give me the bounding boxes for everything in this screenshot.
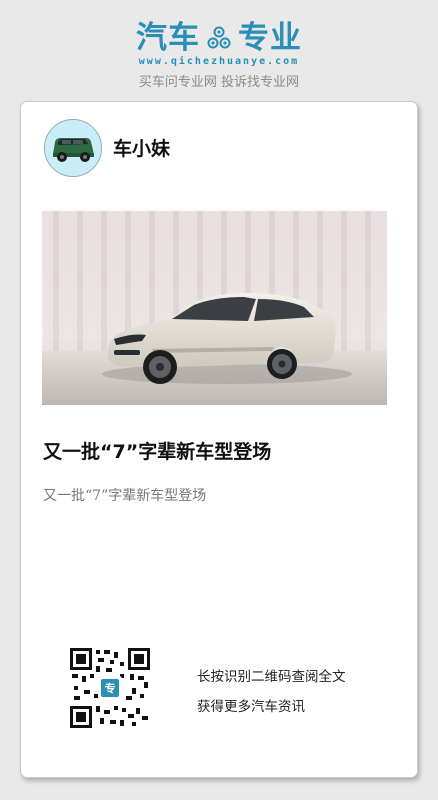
hero-image bbox=[42, 211, 387, 405]
article-summary: 又一批“7”字辈新车型登场 bbox=[43, 488, 207, 504]
author-avatar bbox=[44, 119, 102, 177]
svg-text:专: 专 bbox=[105, 681, 116, 695]
car-photo bbox=[42, 211, 387, 405]
brand-url[interactable]: www.qichezhuanye.com bbox=[0, 56, 438, 67]
author-name: 车小妹 bbox=[113, 138, 171, 160]
brand-header: 汽车 专业 www.qichezhuanye.com 买车问专业网 投诉找专业网 bbox=[0, 0, 438, 96]
gear-icon bbox=[207, 26, 231, 49]
brand-logo: 汽车 专业 bbox=[0, 20, 438, 56]
qr-tagline: 获得更多汽车资讯 bbox=[197, 699, 305, 715]
brand-slogan: 买车问专业网 投诉找专业网 bbox=[138, 75, 300, 90]
share-card: 车小妹 又一批“7”字辈新车型登场 又一批“7”字辈新车型登场 专 长按识别二维… bbox=[20, 101, 418, 778]
qr-code[interactable]: 专 bbox=[70, 648, 150, 728]
brand-title-left: 汽车 bbox=[136, 20, 200, 56]
qr-instruction: 长按识别二维码查阅全文 bbox=[197, 669, 346, 685]
brand-title-right: 专业 bbox=[238, 20, 302, 56]
green-car-icon bbox=[45, 120, 101, 176]
article-headline[interactable]: 又一批“7”字辈新车型登场 bbox=[43, 437, 393, 464]
